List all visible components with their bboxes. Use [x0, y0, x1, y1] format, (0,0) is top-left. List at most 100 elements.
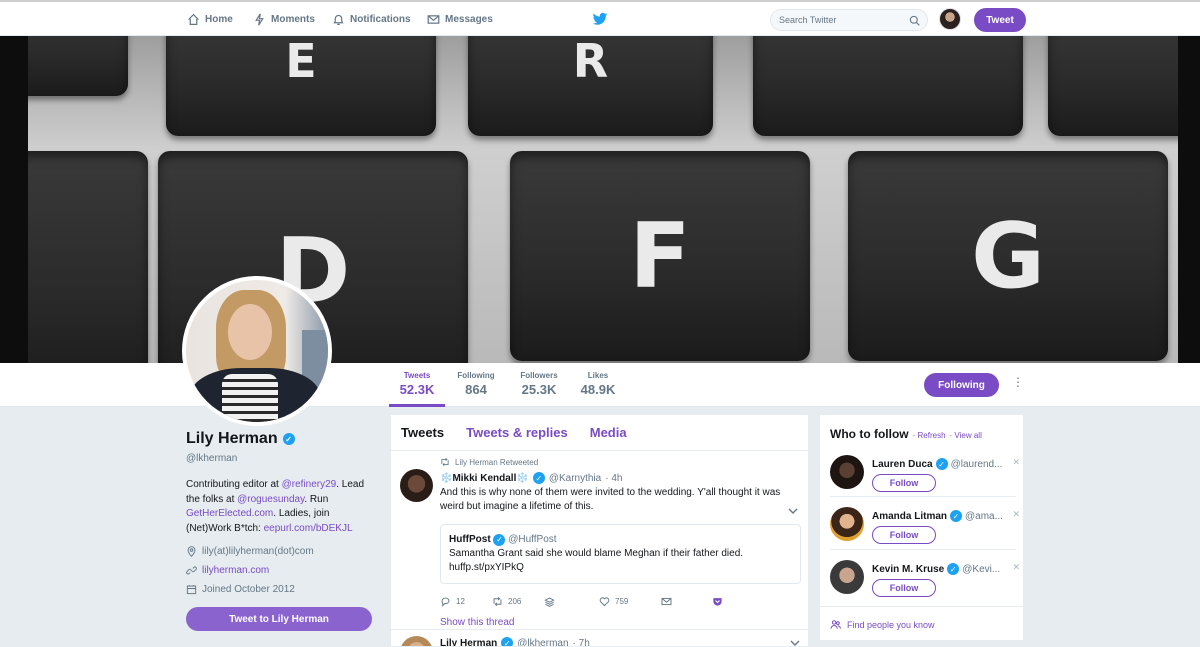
- refresh-link[interactable]: · Refresh: [913, 431, 946, 440]
- compose-tweet-button[interactable]: Tweet: [974, 8, 1026, 32]
- tab-tweets-replies[interactable]: Tweets & replies: [466, 425, 568, 440]
- avatar-face: [228, 304, 272, 360]
- like-action[interactable]: 759: [599, 596, 661, 607]
- profile-website-link[interactable]: lilyherman.com: [202, 565, 269, 576]
- retweeted-by-text: Lily Herman Retweeted: [455, 457, 539, 467]
- suggestion-name[interactable]: Lauren Duca: [872, 459, 933, 470]
- suggestion-name[interactable]: Kevin M. Kruse: [872, 564, 944, 575]
- stat-likes[interactable]: Likes 48.9K: [578, 371, 618, 397]
- profile-website: lilyherman.com: [186, 565, 376, 576]
- more-options-icon[interactable]: ⋮: [1012, 375, 1024, 389]
- suggestion-avatar[interactable]: [830, 455, 864, 489]
- search-input[interactable]: Search Twitter: [770, 9, 928, 31]
- profile-name-text: Lily Herman: [186, 430, 278, 447]
- dismiss-icon[interactable]: ✕: [1012, 562, 1020, 573]
- stat-tweets-label: Tweets: [403, 371, 431, 380]
- tweet[interactable]: Lily Herman Retweeted ❄️Mikki Kendall❄️ …: [391, 451, 808, 628]
- nav-messages-label: Messages: [445, 13, 493, 25]
- tweet-author-handle[interactable]: @lkherman: [517, 638, 568, 647]
- twitter-bird-icon[interactable]: [592, 11, 608, 27]
- bio-link-refinery29[interactable]: @refinery29: [282, 479, 337, 490]
- tweet-author-avatar[interactable]: [400, 469, 433, 502]
- tweet-author-name[interactable]: Lily Herman: [440, 638, 497, 647]
- stat-tweets[interactable]: Tweets 52.3K: [389, 371, 445, 407]
- timeline: Tweets Tweets & replies Media Lily Herma…: [390, 414, 809, 647]
- find-people-link[interactable]: Find people you know: [820, 606, 1025, 642]
- profile-avatar[interactable]: [182, 276, 332, 426]
- profile-location: lily(at)lilyherman(dot)com: [186, 546, 376, 557]
- avatar-shirt: [222, 374, 278, 422]
- stack-icon: [544, 597, 555, 607]
- nav-home-label: Home: [205, 13, 233, 25]
- stat-followers[interactable]: Followers 25.3K: [513, 371, 565, 397]
- suggestion-handle: @ama...: [965, 510, 1003, 522]
- bell-icon: [333, 14, 344, 25]
- follow-button[interactable]: Follow: [872, 474, 936, 492]
- suggestion-name[interactable]: Amanda Litman: [872, 511, 947, 522]
- tweet-author-name[interactable]: ❄️Mikki Kendall❄️: [440, 473, 529, 484]
- suggestion-item: Lauren Duca ✓ @laurend... ✕ Follow: [830, 455, 1020, 505]
- dismiss-icon[interactable]: ✕: [1012, 457, 1020, 468]
- reply-action[interactable]: 12: [440, 596, 492, 607]
- nav-messages[interactable]: Messages: [427, 2, 493, 36]
- reply-count: 12: [456, 596, 465, 606]
- view-all-link[interactable]: · View all: [950, 431, 982, 440]
- tab-tweets[interactable]: Tweets: [401, 425, 444, 440]
- chevron-down-icon[interactable]: [788, 506, 798, 516]
- envelope-icon: [661, 597, 672, 605]
- verified-badge-icon: ✓: [532, 472, 545, 484]
- quoted-tweet[interactable]: HuffPost ✓ @HuffPost Samantha Grant said…: [440, 524, 801, 584]
- home-icon: [188, 13, 199, 25]
- following-button[interactable]: Following: [924, 373, 999, 397]
- profile-handle: @lkherman: [186, 453, 238, 464]
- suggestion-item: Kevin M. Kruse ✓ @Kevi... ✕ Follow: [830, 560, 1020, 610]
- profile-joined-text: Joined October 2012: [202, 584, 295, 595]
- dismiss-icon[interactable]: ✕: [1012, 509, 1020, 520]
- bio-link-getherelected[interactable]: GetHerElected.com: [186, 508, 273, 519]
- tweet-author-handle[interactable]: @Karnythia: [549, 473, 601, 484]
- chevron-down-icon[interactable]: [790, 638, 800, 647]
- stat-tweets-value: 52.3K: [399, 382, 435, 397]
- nav-moments[interactable]: Moments: [253, 2, 315, 36]
- divider: [830, 496, 1016, 497]
- retweet-icon: [493, 596, 502, 606]
- suggestion-avatar[interactable]: [830, 560, 864, 594]
- stat-following[interactable]: Following 864: [451, 371, 501, 397]
- profile-joined: Joined October 2012: [186, 584, 376, 595]
- suggestion-avatar[interactable]: [830, 507, 864, 541]
- account-avatar[interactable]: [939, 8, 961, 30]
- banner-key-partial-right: [1048, 36, 1178, 136]
- tweet-to-button[interactable]: Tweet to Lily Herman: [186, 607, 372, 631]
- bio-link-eepurl[interactable]: eepurl.com/bDEKJL: [264, 523, 353, 534]
- stack-action[interactable]: [544, 596, 599, 607]
- tweet-author-avatar[interactable]: [400, 636, 433, 646]
- show-thread-link[interactable]: Show this thread: [440, 617, 798, 628]
- tweet-timestamp[interactable]: · 7h: [573, 638, 590, 647]
- nav-notifications[interactable]: Notifications: [332, 2, 411, 36]
- follow-button[interactable]: Follow: [872, 526, 936, 544]
- nav-home[interactable]: Home: [187, 2, 233, 36]
- retweet-context: Lily Herman Retweeted: [440, 456, 798, 468]
- pocket-action[interactable]: [712, 596, 723, 607]
- link-icon: [186, 566, 197, 575]
- top-nav: Home Moments Notifications Messages Sear…: [0, 2, 1200, 36]
- quoted-author-name: HuffPost: [449, 534, 491, 545]
- banner-key-t: [753, 36, 1023, 136]
- tweet[interactable]: Lily Herman ✓ @lkherman · 7h: [391, 629, 808, 647]
- tab-media[interactable]: Media: [590, 425, 627, 440]
- bio-link-roguesunday[interactable]: @roguesunday: [237, 494, 304, 505]
- banner-key-f: F: [510, 151, 810, 361]
- profile-name: Lily Herman ✓: [186, 430, 376, 448]
- profile-banner: E R D F G: [0, 36, 1200, 363]
- reply-icon: [441, 597, 450, 607]
- verified-badge-icon: ✓: [282, 433, 295, 445]
- follow-button[interactable]: Follow: [872, 579, 936, 597]
- verified-badge-icon: ✓: [501, 637, 514, 646]
- retweet-count: 206: [508, 596, 522, 606]
- message-action[interactable]: [661, 596, 712, 607]
- who-to-follow-panel: Who to follow · Refresh · View all Laure…: [819, 414, 1025, 642]
- verified-badge-icon: ✓: [493, 534, 506, 546]
- people-icon: [830, 620, 841, 629]
- tweet-timestamp[interactable]: · 4h: [605, 473, 622, 484]
- retweet-action[interactable]: 206: [492, 596, 544, 607]
